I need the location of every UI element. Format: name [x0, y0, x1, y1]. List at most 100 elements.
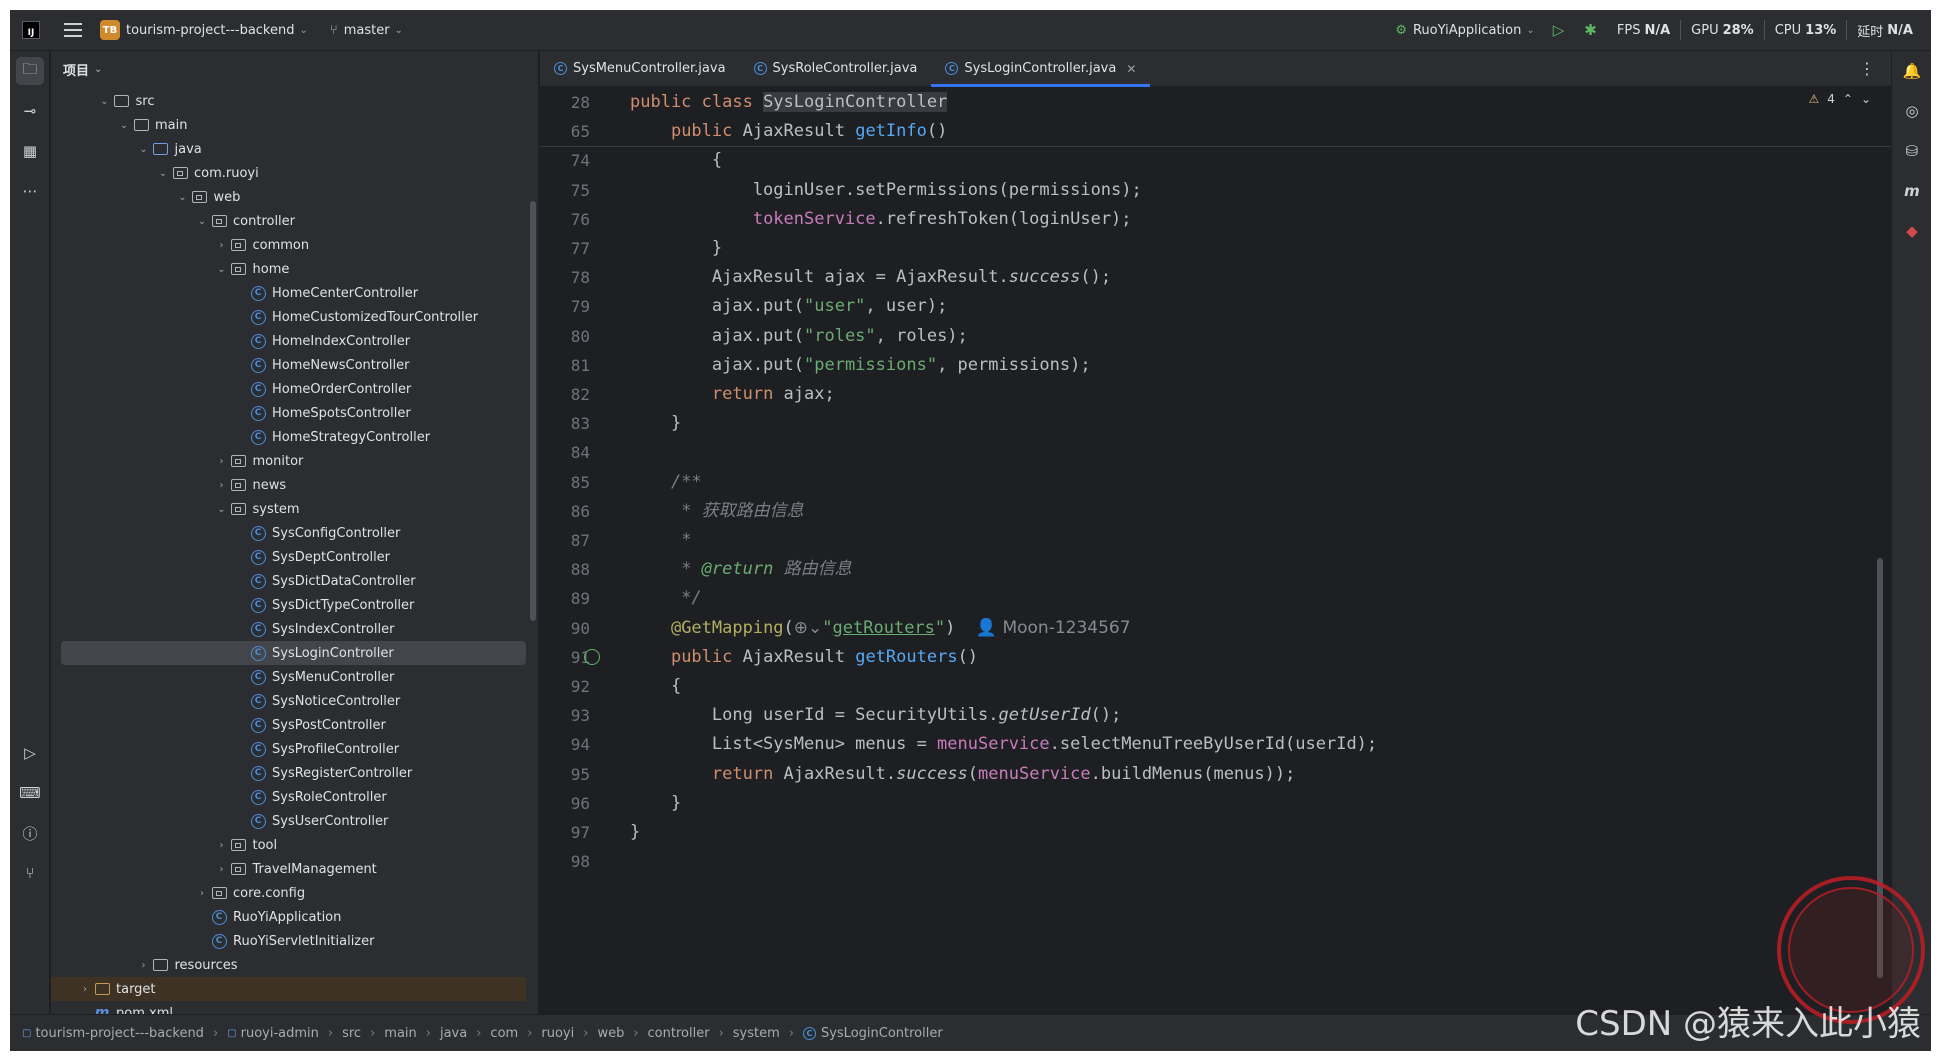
breadcrumb-item[interactable]: java — [440, 1026, 467, 1041]
code-line[interactable]: List<SysMenu> menus = menuService.select… — [630, 730, 1377, 759]
plugin-icon[interactable]: ◆ — [1898, 217, 1926, 245]
chevron-right-icon[interactable]: › — [214, 840, 230, 851]
chevron-right-icon[interactable]: › — [77, 984, 93, 995]
code-line[interactable]: ajax.put("permissions", permissions); — [630, 351, 1091, 380]
tree-item-folder[interactable]: ⌄ src — [51, 89, 526, 113]
code-line[interactable]: return ajax; — [630, 380, 835, 409]
chevron-down-icon[interactable]: ⌄ — [136, 144, 152, 155]
breadcrumb-item[interactable]: controller — [648, 1026, 710, 1041]
code-line[interactable]: } — [630, 234, 722, 263]
tree-item-class[interactable]: C SysMenuController — [51, 665, 526, 689]
code-line[interactable]: ajax.put("user", user); — [630, 292, 947, 321]
chevron-right-icon[interactable]: › — [214, 456, 230, 467]
code-line[interactable]: { — [630, 146, 722, 175]
code-line[interactable]: } — [630, 818, 640, 847]
tree-item-folder[interactable]: › resources — [51, 953, 526, 977]
code-area[interactable]: public class SysLoginController public A… — [630, 88, 1871, 1014]
code-line[interactable]: @GetMapping(⊕⌄"getRouters") 👤 Moon-12345… — [630, 614, 1131, 643]
breadcrumb-item[interactable]: ▢ ruoyi-admin — [227, 1026, 319, 1041]
main-menu-icon[interactable] — [64, 23, 82, 37]
chevron-right-icon[interactable]: › — [136, 960, 152, 971]
chevron-down-icon[interactable]: ⌄ — [116, 120, 132, 131]
tree-item-class[interactable]: C SysDeptController — [51, 545, 526, 569]
tree-item-class[interactable]: C RuoYiApplication — [51, 905, 526, 929]
tree-item-class[interactable]: C SysRoleController — [51, 785, 526, 809]
chevron-right-icon[interactable]: › — [214, 240, 230, 251]
tree-item-class[interactable]: C SysDictTypeController — [51, 593, 526, 617]
chevron-down-icon[interactable]: ⌄ — [194, 216, 210, 227]
more-vertical-icon[interactable]: ⋮ — [1843, 51, 1891, 86]
breadcrumb-item[interactable]: src — [342, 1026, 361, 1041]
code-line[interactable]: /** — [630, 468, 702, 497]
tree-item-folder[interactable]: ⌄ home — [51, 257, 526, 281]
code-line[interactable]: return AjaxResult.success(menuService.bu… — [630, 760, 1295, 789]
tree-item-folder[interactable]: › news — [51, 473, 526, 497]
tree-item-class[interactable]: C SysDictDataController — [51, 569, 526, 593]
close-icon[interactable]: ✕ — [1126, 62, 1136, 76]
chevron-down-icon[interactable]: ⌄ — [97, 96, 113, 107]
sticky-code-line[interactable]: public class SysLoginController — [630, 88, 948, 117]
chevron-down-icon[interactable]: ⌄ — [175, 192, 191, 203]
chevron-down-icon[interactable]: ⌄ — [1861, 92, 1871, 106]
endpoint-gutter-icon[interactable] — [584, 648, 600, 665]
tree-item-class[interactable]: C SysPostController — [51, 713, 526, 737]
run-config-selector[interactable]: ⚙ RuoYiApplication ⌄ — [1387, 10, 1542, 50]
tab-sysrolecontroller[interactable]: C SysRoleController.java — [740, 51, 932, 86]
code-line[interactable]: } — [630, 789, 681, 818]
code-line[interactable]: { — [630, 672, 681, 701]
notifications-icon[interactable]: 🔔 — [1898, 57, 1926, 85]
tree-item-folder[interactable]: ⌄ java — [51, 137, 526, 161]
maven-icon[interactable]: m — [1898, 177, 1926, 205]
chevron-down-icon[interactable]: ⌄ — [155, 168, 171, 179]
tree-item-folder[interactable]: ⌄ system — [51, 497, 526, 521]
database-icon[interactable]: ⛁ — [1898, 137, 1926, 165]
tree-item-class[interactable]: C SysIndexController — [51, 617, 526, 641]
tree-item-folder[interactable]: ⌄ com.ruoyi — [51, 161, 526, 185]
tree-item-folder[interactable]: › target — [51, 977, 526, 1001]
tree-item-class[interactable]: C SysRegisterController — [51, 761, 526, 785]
breadcrumb-item[interactable]: ▢ tourism-project---backend — [22, 1026, 204, 1041]
tree-item-class[interactable]: C RuoYiServletInitializer — [51, 929, 526, 953]
breadcrumb-item[interactable]: ruoyi — [541, 1026, 574, 1041]
tree-item-class[interactable]: C HomeIndexController — [51, 329, 526, 353]
inspection-widget[interactable]: ⚠ 4 ⌃ ⌄ — [1808, 92, 1871, 106]
code-line[interactable]: loginUser.setPermissions(permissions); — [630, 176, 1142, 205]
tree-item-folder[interactable]: › core.config — [51, 881, 526, 905]
code-line[interactable]: * — [630, 526, 691, 555]
tab-sys logincontroller[interactable]: C SysLoginController.java ✕ — [931, 51, 1151, 87]
tree-item-class[interactable]: C SysLoginController — [61, 641, 526, 665]
code-line[interactable]: * @return 路由信息 — [630, 555, 851, 584]
tree-item-folder[interactable]: ⌄ main — [51, 113, 526, 137]
terminal-icon[interactable]: ⌨ — [16, 779, 44, 807]
sticky-code-line[interactable]: public AjaxResult getInfo() — [630, 117, 948, 147]
breadcrumb-item[interactable]: system — [733, 1026, 780, 1041]
chevron-down-icon[interactable]: ⌄ — [214, 264, 230, 275]
problems-icon[interactable]: ⓘ — [16, 819, 44, 847]
tree-item-folder[interactable]: › common — [51, 233, 526, 257]
git-icon[interactable]: ⑂ — [16, 859, 44, 887]
commit-icon[interactable]: ⊸ — [16, 97, 44, 125]
code-editor[interactable]: 28 65 74 75 76 77 78 79 80 81 82 83 84 85 86 87 88 89 90 91… — [540, 88, 1891, 1014]
tree-item-class[interactable]: C SysProfileController — [51, 737, 526, 761]
code-line[interactable]: AjaxResult ajax = AjaxResult.success(); — [630, 263, 1111, 292]
tree-item-folder[interactable]: › monitor — [51, 449, 526, 473]
code-line[interactable]: tokenService.refreshToken(loginUser); — [630, 205, 1132, 234]
folder-icon[interactable]: 🗀 — [16, 57, 44, 85]
tab-sysmenucontroller[interactable]: C SysMenuController.java — [540, 51, 740, 86]
tree-item-class[interactable]: C SysNoticeController — [51, 689, 526, 713]
breadcrumb-item[interactable]: web — [597, 1026, 624, 1041]
tree-item-class[interactable]: C HomeNewsController — [51, 353, 526, 377]
tree-item-folder[interactable]: ⌄ controller — [51, 209, 526, 233]
intellij-logo-icon[interactable]: IJ — [22, 21, 40, 39]
code-line[interactable]: * 获取路由信息 — [630, 497, 803, 526]
code-line[interactable]: Long userId = SecurityUtils.getUserId(); — [630, 701, 1121, 730]
project-switcher[interactable]: TB tourism-project---backend ⌄ — [92, 10, 316, 50]
chevron-up-icon[interactable]: ⌃ — [1843, 92, 1853, 106]
tree-item-class[interactable]: C SysConfigController — [51, 521, 526, 545]
run-icon[interactable]: ▷ — [1543, 21, 1575, 39]
chevron-right-icon[interactable]: › — [214, 480, 230, 491]
tree-item-folder[interactable]: › TravelManagement — [51, 857, 526, 881]
tree-item-class[interactable]: C HomeCustomizedTourController — [51, 305, 526, 329]
code-line[interactable]: */ — [630, 584, 701, 613]
tree-item-class[interactable]: C HomeSpotsController — [51, 401, 526, 425]
